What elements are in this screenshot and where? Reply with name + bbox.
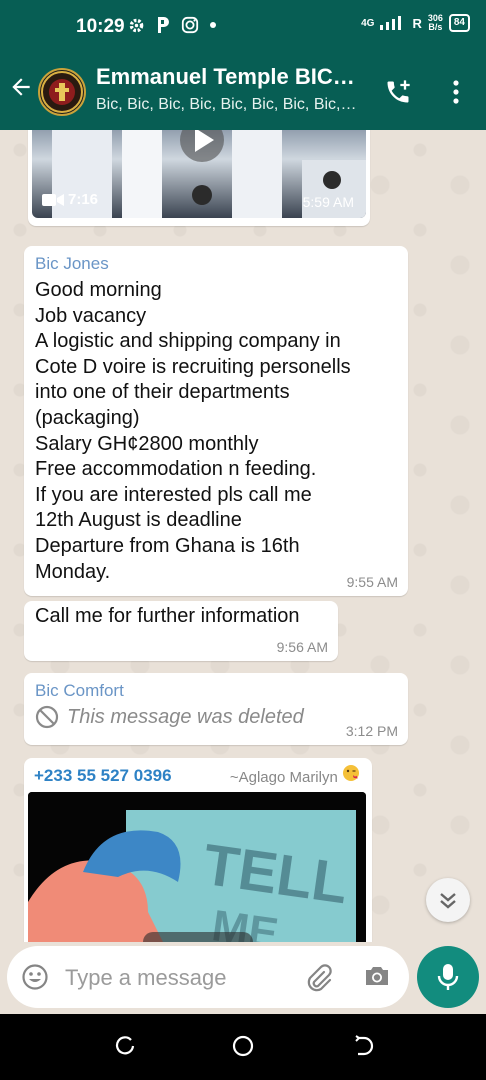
status-bar: 10:29 4G R 306 B/s 84 — [0, 0, 486, 52]
microphone-icon — [437, 964, 459, 990]
chat-header: Emmanuel Temple BIC… Bic, Bic, Bic, Bic,… — [0, 52, 486, 130]
chat-participants[interactable]: Bic, Bic, Bic, Bic, Bic, Bic, Bic, Bic,… — [96, 96, 357, 114]
recent-apps-icon[interactable] — [113, 1034, 137, 1058]
battery-indicator: 84 — [448, 14, 470, 32]
back-nav-icon[interactable] — [350, 1034, 374, 1058]
net-speed: 306 B/s — [427, 13, 443, 32]
blurred-image-preview: TELL ME — [28, 792, 366, 942]
home-icon[interactable] — [231, 1034, 255, 1058]
dot-icon — [210, 22, 216, 28]
scroll-to-bottom-button[interactable] — [426, 878, 470, 922]
message-body: Call me for further information — [35, 605, 300, 627]
deleted-notice: This message was deleted — [35, 705, 397, 729]
sender-name[interactable]: Bic Jones — [35, 254, 397, 274]
job-message[interactable]: Bic Jones Good morning Job vacancy A log… — [24, 246, 408, 596]
status-time: 10:29 — [76, 16, 125, 37]
group-avatar[interactable] — [38, 68, 86, 116]
add-call-icon[interactable] — [384, 78, 412, 106]
signal-icon — [380, 16, 402, 30]
parking-icon — [158, 17, 169, 33]
video-thumbnail[interactable]: 7:16 5:59 AM — [32, 130, 366, 218]
sender-name[interactable]: Bic Comfort — [35, 681, 397, 701]
video-camera-icon — [42, 193, 64, 206]
video-duration: 7:16 — [42, 191, 98, 208]
video-timestamp: 5:59 AM — [302, 194, 354, 210]
wink-kiss-emoji-icon — [343, 765, 359, 781]
message-timestamp: 3:12 PM — [345, 723, 398, 739]
followup-message[interactable]: Call me for further information 9:56 AM — [24, 601, 338, 661]
church-logo-icon — [41, 71, 83, 113]
message-body: Good morning Job vacancy A logistic and … — [35, 279, 351, 583]
sender-alias: ~Aglago Marilyn — [230, 764, 360, 786]
chat-area[interactable]: 7:16 5:59 AM Bic Jones Good morning Job … — [0, 130, 486, 942]
deleted-message[interactable]: Bic Comfort This message was deleted 3:1… — [24, 673, 408, 745]
gear-icon — [129, 18, 144, 32]
image-thumbnail[interactable]: TELL ME — [28, 792, 366, 942]
message-input[interactable] — [63, 956, 297, 1000]
chat-title[interactable]: Emmanuel Temple BIC… — [96, 64, 355, 90]
attach-paperclip-icon[interactable] — [303, 962, 335, 994]
message-timestamp: 9:55 AM — [346, 574, 398, 590]
system-nav-bar — [0, 1014, 486, 1080]
image-message[interactable]: +233 55 527 0396 ~Aglago Marilyn TELL ME — [24, 758, 372, 942]
instagram-icon — [181, 16, 199, 34]
roaming-indicator: R — [412, 15, 422, 31]
double-chevron-down-icon — [440, 893, 456, 909]
video-message[interactable]: 7:16 5:59 AM — [28, 130, 370, 226]
message-composer — [7, 946, 409, 1008]
back-arrow-icon[interactable] — [8, 74, 34, 100]
camera-icon[interactable] — [363, 963, 391, 989]
message-timestamp: 9:56 AM — [276, 639, 328, 655]
more-options-icon[interactable] — [446, 78, 466, 106]
voice-record-button[interactable] — [417, 946, 479, 1008]
emoji-icon[interactable] — [21, 963, 49, 991]
network-type: 4G — [361, 17, 375, 29]
blocked-icon — [35, 705, 59, 729]
sender-phone[interactable]: +233 55 527 0396 — [34, 766, 172, 785]
